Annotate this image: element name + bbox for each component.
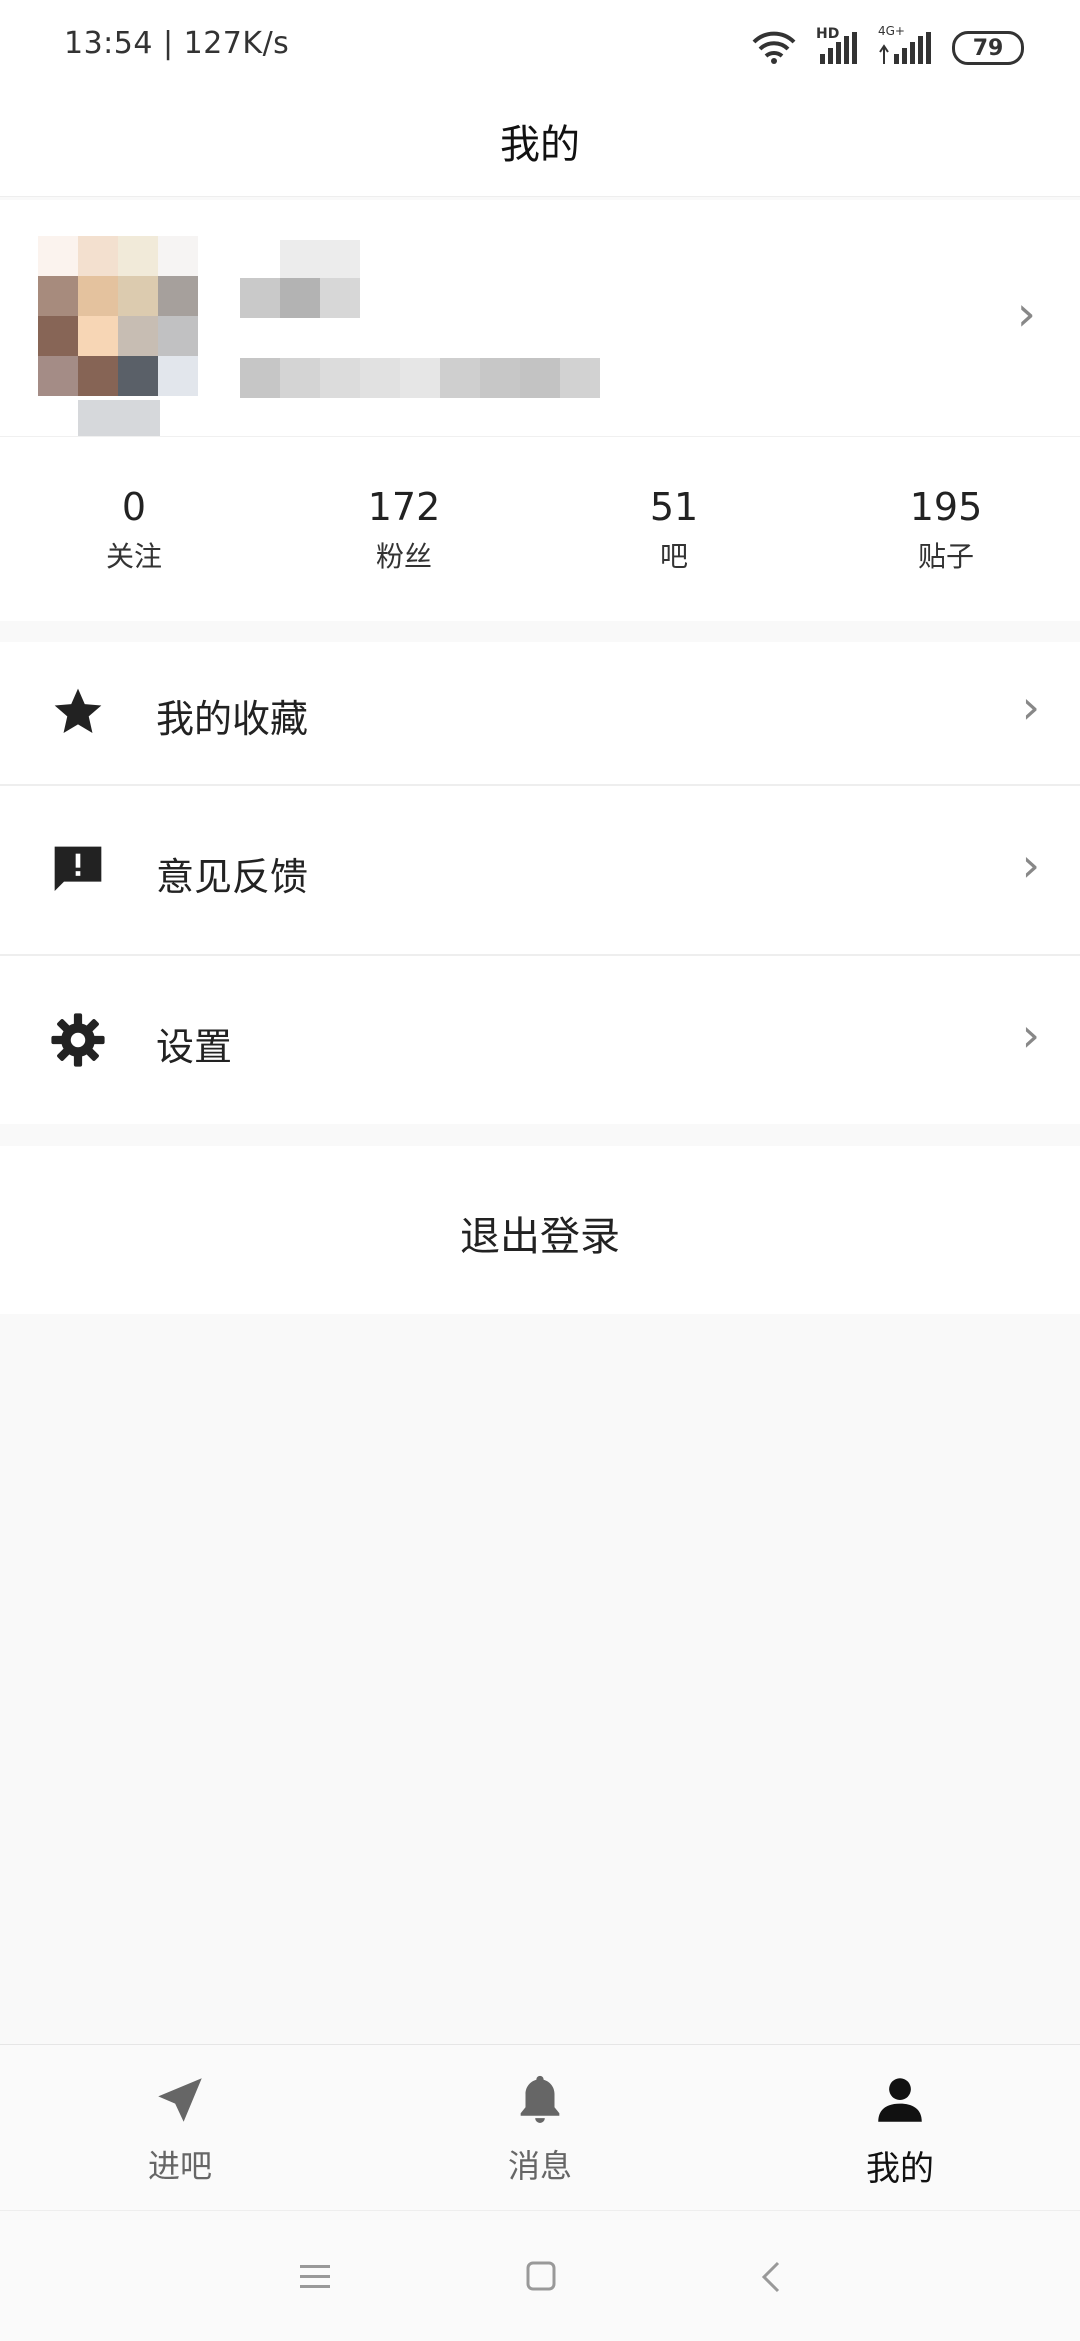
menu-item-settings[interactable]: 设置 › <box>0 956 1080 1124</box>
chevron-right-icon: › <box>1021 680 1040 734</box>
stat-value: 195 <box>909 485 983 529</box>
title-bar: 我的 <box>0 90 1080 197</box>
bottom-nav: 进吧 消息 我的 <box>0 2044 1080 2211</box>
stat-label: 粉丝 <box>375 539 432 573</box>
signal-hd-icon: HD <box>816 26 860 66</box>
nav-label: 我的 <box>866 2149 934 2189</box>
send-icon <box>158 2078 202 2122</box>
wifi-icon <box>752 31 796 64</box>
username-blurred <box>240 278 360 320</box>
user-bio-blurred <box>240 358 600 398</box>
stat-label: 贴子 <box>917 539 974 573</box>
back-icon[interactable] <box>754 2257 790 2297</box>
status-icons: HD 4G+ 79 <box>750 24 1024 68</box>
nav-item-me[interactable]: 我的 <box>800 2071 1000 2190</box>
logout-label: 退出登录 <box>460 1214 620 1260</box>
feedback-icon <box>48 840 108 900</box>
gear-icon <box>48 1010 108 1070</box>
nav-item-messages[interactable]: 消息 <box>440 2071 640 2187</box>
battery-indicator: 79 <box>952 31 1024 65</box>
stat-following[interactable]: 0 关注 <box>34 485 234 575</box>
menu-label-favorites: 我的收藏 <box>156 697 309 741</box>
status-time-speed: 13:54 | 127K/s <box>64 26 290 61</box>
nav-label: 消息 <box>507 2147 572 2185</box>
menu-label-feedback: 意见反馈 <box>156 855 309 899</box>
stat-value: 51 <box>649 485 699 529</box>
chevron-right-icon: › <box>1021 838 1040 892</box>
menu-item-favorites[interactable]: 我的收藏 › <box>0 642 1080 784</box>
username-blur-top <box>280 240 360 278</box>
stat-followers[interactable]: 172 粉丝 <box>304 485 504 575</box>
stat-posts[interactable]: 195 贴子 <box>846 485 1046 575</box>
system-nav-bar <box>0 2210 1080 2341</box>
stats-row: 0 关注 172 粉丝 51 吧 195 贴子 <box>0 436 1080 621</box>
home-icon[interactable] <box>522 2257 562 2297</box>
menu-list: 我的收藏 › 意见反馈 › 设置 › <box>0 642 1080 1124</box>
chevron-right-icon: › <box>1021 1008 1040 1062</box>
person-icon <box>878 2078 922 2122</box>
star-icon <box>48 682 108 742</box>
chevron-right-icon: › <box>1016 286 1036 342</box>
stat-value: 0 <box>121 485 147 529</box>
page-title: 我的 <box>500 122 580 168</box>
stat-label: 吧 <box>659 539 688 573</box>
bell-icon <box>520 2075 560 2123</box>
stat-value: 172 <box>367 485 441 529</box>
profile-card[interactable]: › <box>0 200 1080 440</box>
avatar-blur-fragment <box>78 400 160 440</box>
menu-icon[interactable] <box>296 2259 336 2295</box>
menu-item-feedback[interactable]: 意见反馈 › <box>0 786 1080 954</box>
stat-forums[interactable]: 51 吧 <box>574 485 774 575</box>
stat-label: 关注 <box>105 539 162 573</box>
nav-item-forums[interactable]: 进吧 <box>80 2071 280 2187</box>
avatar <box>38 236 200 398</box>
status-bar: 13:54 | 127K/s HD 4G+ 79 <box>0 0 1080 90</box>
menu-label-settings: 设置 <box>156 1025 233 1069</box>
nav-label: 进吧 <box>147 2147 212 2185</box>
logout-button[interactable]: 退出登录 <box>0 1146 1080 1314</box>
signal-4g-icon: 4G+ <box>878 24 934 66</box>
